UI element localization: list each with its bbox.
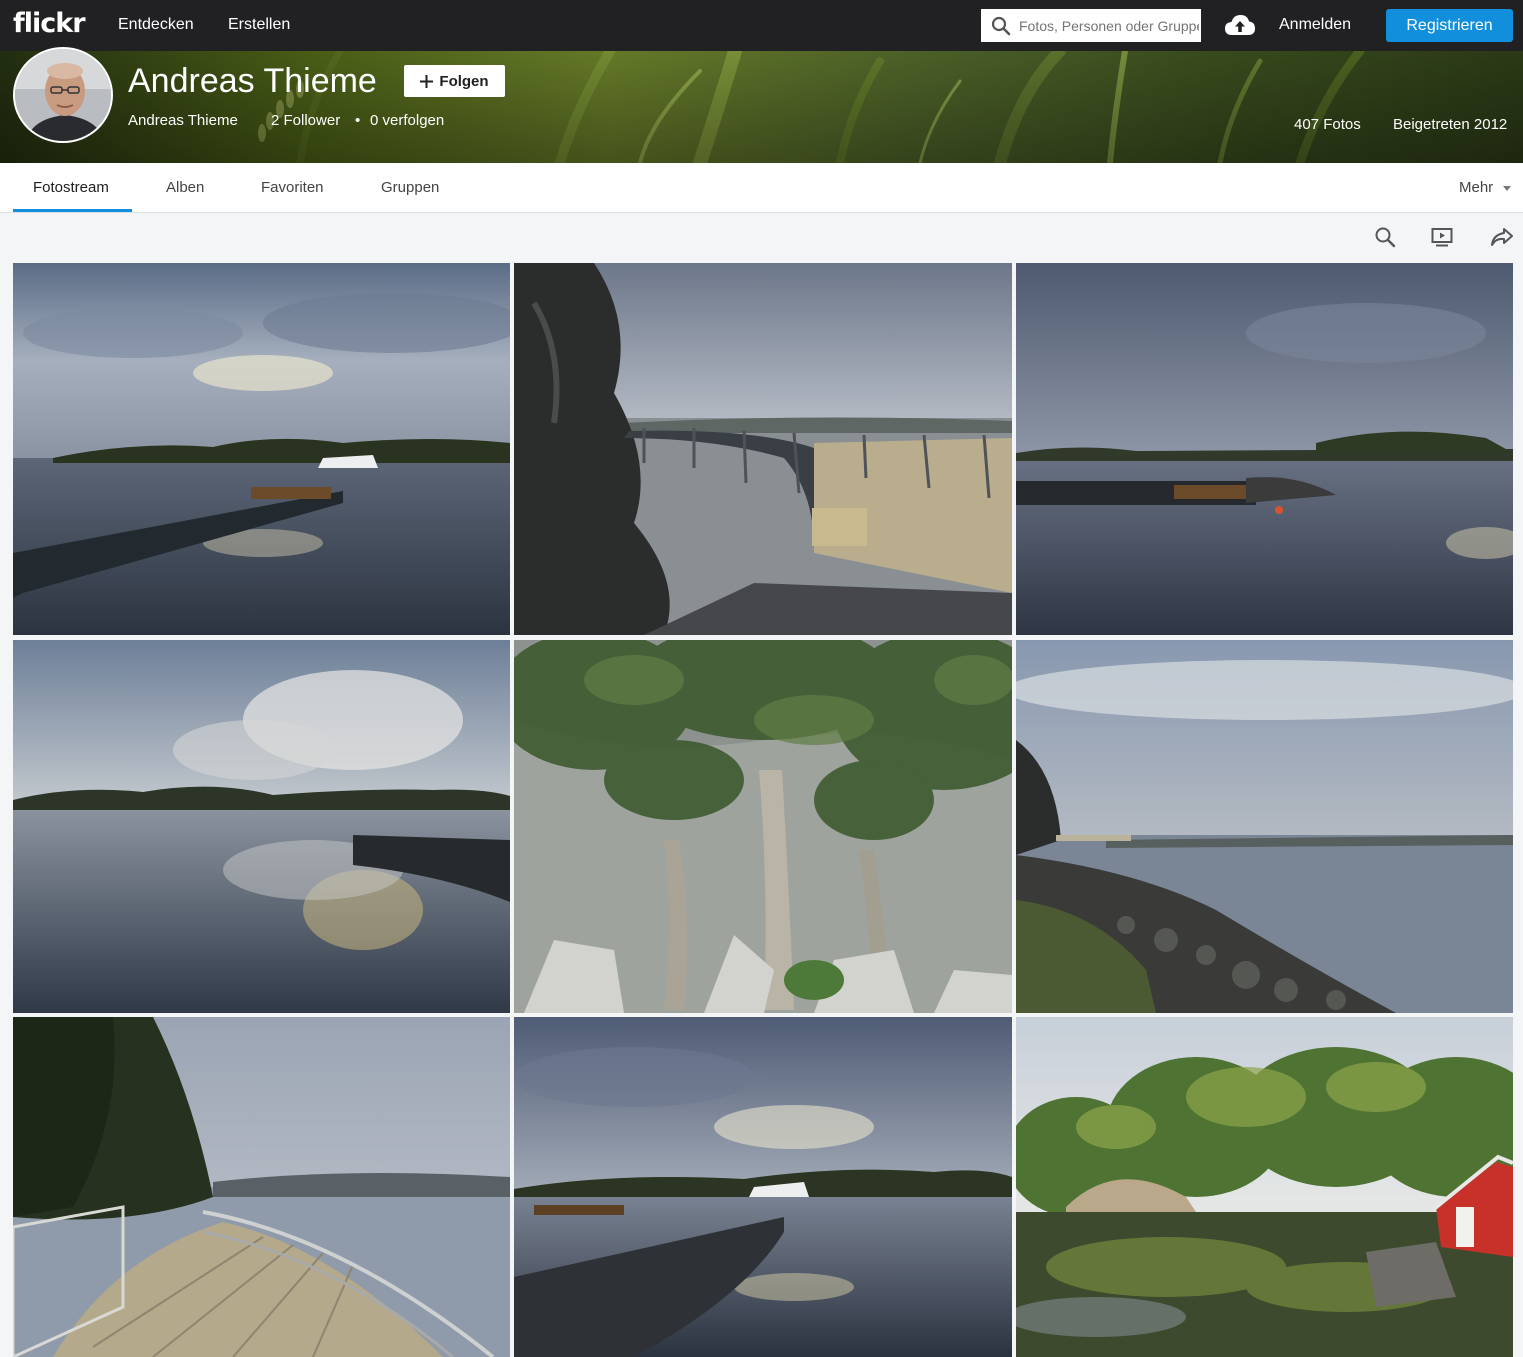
photo-image: [1016, 640, 1513, 1013]
photo-dock-boat[interactable]: [1016, 263, 1513, 635]
separator-dot: •: [355, 112, 361, 129]
search-icon[interactable]: [1374, 226, 1396, 248]
photo-rocky-shore[interactable]: [1016, 640, 1513, 1013]
profile-tabs: Fotostream Alben Favoriten Gruppen Mehr: [0, 163, 1523, 213]
avatar-portrait-image: [15, 49, 111, 141]
photo-image: [13, 640, 510, 1013]
tab-favoriten[interactable]: Favoriten: [261, 179, 324, 196]
search-icon: [991, 16, 1011, 35]
photo-lake-reflection[interactable]: [13, 640, 510, 1013]
photo-image: [1016, 1017, 1513, 1357]
upload-cloud-icon[interactable]: [1224, 13, 1256, 37]
tab-fotostream[interactable]: Fotostream: [33, 179, 109, 196]
tab-alben[interactable]: Alben: [166, 179, 204, 196]
share-icon[interactable]: [1490, 226, 1514, 248]
nav-entdecken[interactable]: Entdecken: [118, 16, 194, 34]
register-button[interactable]: Registrieren: [1386, 9, 1513, 42]
login-link[interactable]: Anmelden: [1279, 16, 1351, 34]
avatar[interactable]: [13, 47, 113, 143]
photo-cliff-walkway[interactable]: [514, 263, 1012, 635]
photo-forest-boathouse[interactable]: [1016, 1017, 1513, 1357]
search-input[interactable]: [1019, 17, 1199, 34]
search-box[interactable]: [981, 9, 1201, 42]
photo-boardwalk-forest[interactable]: [13, 1017, 510, 1357]
flickr-logo[interactable]: flickr: [13, 8, 86, 39]
top-navigation: flickr Entdecken Erstellen Anmelden Regi…: [0, 0, 1523, 51]
profile-real-name: Andreas Thieme: [128, 112, 238, 129]
photo-harbor-pier[interactable]: [13, 263, 510, 635]
follow-label: Folgen: [439, 72, 489, 90]
profile-display-name: Andreas Thieme: [128, 62, 377, 100]
photo-trees-rock[interactable]: [514, 640, 1012, 1013]
chevron-down-icon[interactable]: [1503, 186, 1511, 191]
tab-gruppen[interactable]: Gruppen: [381, 179, 439, 196]
photo-jetty-boat[interactable]: [514, 1017, 1012, 1357]
more-menu[interactable]: Mehr: [1459, 179, 1493, 196]
photo-image: [13, 263, 510, 635]
joined-year: Beigetreten 2012: [1393, 116, 1508, 133]
photo-image: [514, 640, 1012, 1013]
follow-button[interactable]: Folgen: [404, 65, 505, 97]
following-link[interactable]: 0 verfolgen: [370, 112, 444, 129]
slideshow-icon[interactable]: [1431, 226, 1453, 248]
photo-image: [514, 1017, 1012, 1357]
active-tab-indicator: [13, 209, 132, 212]
photo-image: [514, 263, 1012, 635]
plus-icon: [420, 74, 434, 88]
photo-count: 407 Fotos: [1294, 116, 1361, 133]
photo-image: [1016, 263, 1513, 635]
nav-erstellen[interactable]: Erstellen: [228, 16, 290, 34]
followers-link[interactable]: 2 Follower: [271, 112, 340, 129]
photo-image: [13, 1017, 510, 1357]
